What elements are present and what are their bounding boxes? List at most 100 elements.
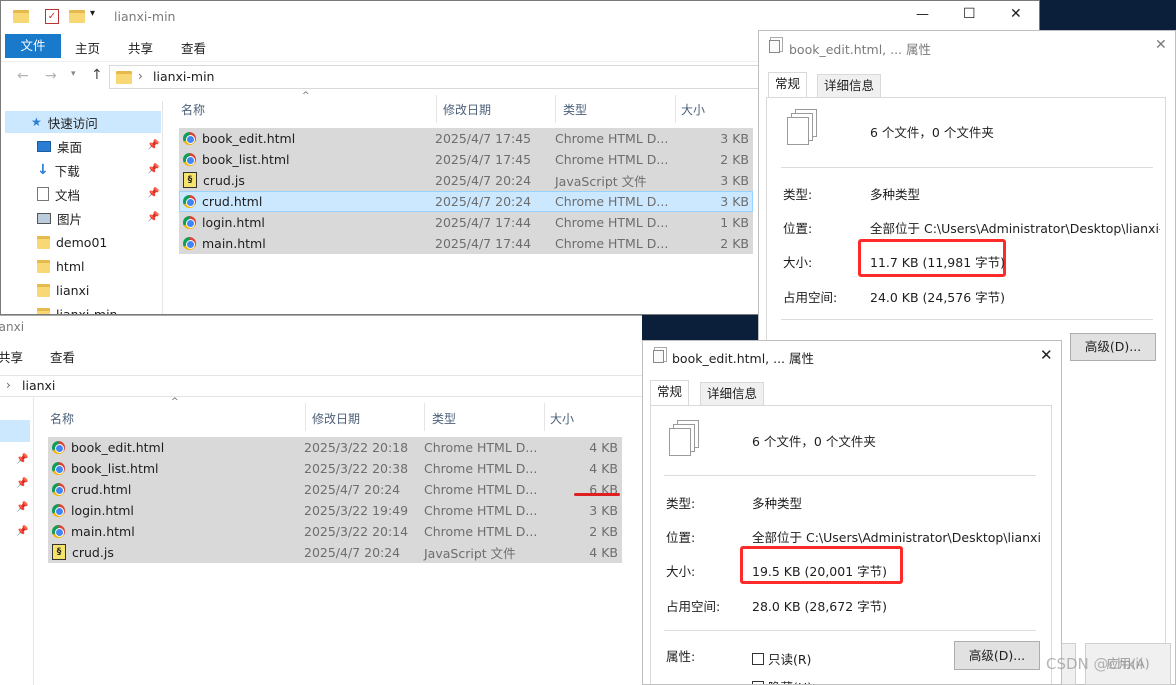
column-header-type[interactable]: 类型 <box>563 101 587 118</box>
advanced-button[interactable]: 高级(D)... <box>1070 333 1156 361</box>
column-header-date[interactable]: 修改日期 <box>443 101 491 118</box>
file-name-cell: main.html <box>52 524 135 539</box>
address-bar[interactable]: › lianxi <box>0 375 642 397</box>
file-type: Chrome HTML D... <box>424 502 538 518</box>
file-row[interactable]: main.html 2025/3/22 20:14 Chrome HTML D...… <box>48 521 622 541</box>
maximize-button[interactable]: ☐ <box>963 6 976 22</box>
file-row[interactable]: main.html 2025/4/7 17:44 Chrome HTML D... 2… <box>179 233 753 253</box>
file-row[interactable]: login.html 2025/4/7 17:44 Chrome HTML D...… <box>179 212 753 232</box>
breadcrumb-current[interactable]: lianxi-min <box>153 69 214 84</box>
ribbon-tab-view[interactable]: 查看 <box>50 347 75 366</box>
multiple-files-icon <box>785 109 819 145</box>
file-row[interactable]: § crud.js 2025/4/7 20:24 JavaScript 文件 4 KB <box>48 542 622 562</box>
document-icon <box>37 187 49 201</box>
up-arrow-icon[interactable]: ↑ <box>91 67 103 83</box>
picture-icon <box>37 212 51 224</box>
dialog-close-icon[interactable]: ✕ <box>1040 346 1053 364</box>
column-header-name[interactable]: 名称 <box>50 410 74 427</box>
recent-dropdown-icon[interactable]: ▾ <box>71 69 76 79</box>
nav-folder-lianxi-min[interactable]: lianxi-min <box>37 303 117 314</box>
star-icon: ★ <box>31 115 42 129</box>
disk-size-label: 占用空间: <box>666 599 721 614</box>
minimize-button[interactable]: — <box>916 7 929 22</box>
file-type: JavaScript 文件 <box>424 545 516 561</box>
file-row[interactable]: book_list.html 2025/3/22 20:38 Chrome HTML… <box>48 458 622 478</box>
multiple-files-icon <box>667 420 701 456</box>
file-name: main.html <box>202 235 266 251</box>
pin-icon[interactable]: 📌 <box>147 188 159 199</box>
properties-quick-icon[interactable]: ✓ <box>45 9 59 24</box>
dialog-close-icon[interactable]: ✕ <box>1155 37 1167 53</box>
chrome-icon <box>183 215 196 229</box>
nav-folder-lianxi[interactable]: lianxi <box>37 279 89 301</box>
close-button[interactable]: ✕ <box>1010 6 1022 22</box>
file-date: 2025/4/7 17:44 <box>435 214 532 230</box>
file-date: 2025/4/7 17:44 <box>435 235 532 251</box>
hidden-checkbox[interactable]: 隐藏(H) <box>752 677 812 684</box>
disk-size-value: 28.0 KB (28,672 字节) <box>752 599 888 614</box>
nav-quick-access[interactable]: ★ 快速访问 <box>5 111 161 133</box>
tab-general[interactable]: 常规 <box>768 72 808 97</box>
back-arrow-icon[interactable]: ← <box>17 68 29 84</box>
file-type: Chrome HTML D... <box>424 460 538 476</box>
file-row[interactable]: § crud.js 2025/4/7 20:24 JavaScript 文件 3 KB <box>179 170 753 190</box>
new-folder-icon[interactable] <box>69 10 85 23</box>
advanced-button[interactable]: 高级(D)... <box>954 641 1040 670</box>
tab-general[interactable]: 常规 <box>650 380 690 405</box>
file-type: Chrome HTML D... <box>555 214 669 230</box>
chrome-icon <box>183 194 196 208</box>
ribbon-tab-file[interactable]: 文件 <box>5 34 61 58</box>
file-row[interactable]: login.html 2025/3/22 19:49 Chrome HTML D..… <box>48 500 622 520</box>
nav-pictures[interactable]: 图片 <box>37 207 82 229</box>
chrome-icon <box>52 503 65 517</box>
nav-selected-item[interactable] <box>0 420 30 442</box>
column-header-date[interactable]: 修改日期 <box>312 410 360 427</box>
pin-icon[interactable]: 📌 <box>16 454 28 465</box>
pin-icon[interactable]: 📌 <box>16 478 28 489</box>
ribbon-tab-share[interactable]: 共享 <box>128 38 153 57</box>
file-name-cell: § crud.js <box>52 544 114 560</box>
pin-icon[interactable]: 📌 <box>147 140 159 151</box>
download-arrow-icon: ↓ <box>37 162 49 178</box>
file-date: 2025/4/7 17:45 <box>435 130 532 146</box>
pin-icon[interactable]: 📌 <box>16 526 28 537</box>
file-row[interactable]: book_edit.html 2025/4/7 17:45 Chrome HTML … <box>179 128 753 148</box>
chrome-icon <box>52 461 65 475</box>
readonly-checkbox[interactable]: 只读(R) <box>752 649 811 668</box>
nav-documents[interactable]: 文档 <box>37 183 80 205</box>
pin-icon[interactable]: 📌 <box>147 164 159 175</box>
column-header-name[interactable]: 名称 <box>181 101 205 118</box>
nav-downloads[interactable]: ↓ 下载 <box>37 159 80 181</box>
tab-details[interactable]: 详细信息 <box>817 74 882 97</box>
column-header-size[interactable]: 大小 <box>681 101 705 118</box>
file-row[interactable]: book_edit.html 2025/3/22 20:18 Chrome HTML… <box>48 437 622 457</box>
size-value: 19.5 KB (20,001 字节) <box>752 564 888 579</box>
nav-folder-html[interactable]: html <box>37 255 84 277</box>
csdn-watermark: CSDN @chxii <box>1046 655 1144 673</box>
file-size: 1 KB <box>720 214 749 230</box>
file-row[interactable]: book_list.html 2025/4/7 17:45 Chrome HTML … <box>179 149 753 169</box>
ribbon-tab-home[interactable]: 主页 <box>75 38 100 57</box>
pin-icon[interactable]: 📌 <box>147 212 159 223</box>
column-header-type[interactable]: 类型 <box>432 410 456 427</box>
file-type: Chrome HTML D... <box>555 130 669 146</box>
breadcrumb-current[interactable]: lianxi <box>22 378 55 393</box>
chrome-icon <box>52 482 65 496</box>
file-row[interactable]: crud.html 2025/4/7 20:24 Chrome HTML D... 6… <box>48 479 622 499</box>
file-name-cell: login.html <box>183 215 265 230</box>
quick-access-dropdown-icon[interactable]: ▾ <box>90 8 95 19</box>
ribbon-tab-share[interactable]: 共享 <box>0 347 23 366</box>
forward-arrow-icon[interactable]: → <box>45 68 57 84</box>
checkbox-box[interactable] <box>752 680 764 684</box>
file-row[interactable]: crud.html 2025/4/7 20:24 Chrome HTML D... 3… <box>179 191 753 211</box>
ribbon-tab-view[interactable]: 查看 <box>181 38 206 57</box>
pin-icon[interactable]: 📌 <box>16 502 28 513</box>
tab-details[interactable]: 详细信息 <box>700 382 765 405</box>
type-label: 类型: <box>666 496 696 511</box>
file-size: 3 KB <box>720 193 749 209</box>
nav-desktop[interactable]: 桌面 <box>37 135 82 157</box>
column-header-size[interactable]: 大小 <box>550 410 574 427</box>
nav-folder-demo01[interactable]: demo01 <box>37 231 107 253</box>
address-bar[interactable]: › lianxi-min <box>109 65 759 89</box>
checkbox-box[interactable] <box>752 652 764 665</box>
